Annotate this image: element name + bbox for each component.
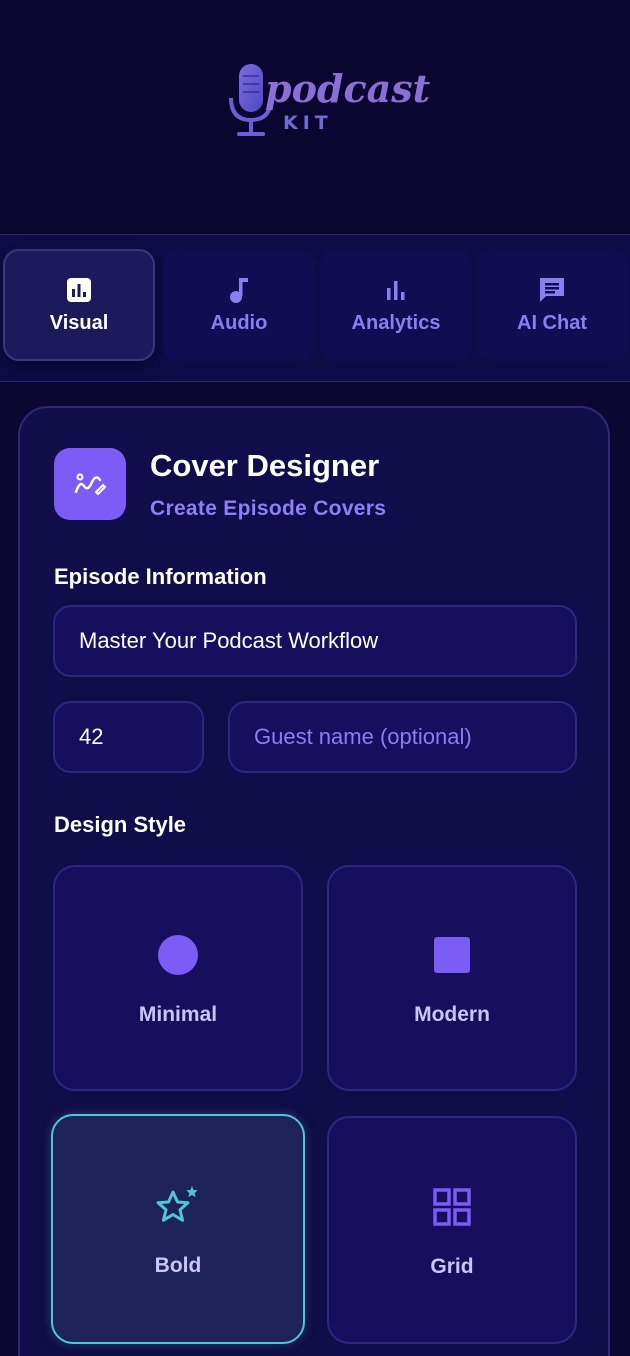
logo-wordmark: podcast xyxy=(265,66,431,111)
episode-number-field[interactable]: 42 xyxy=(53,701,204,773)
style-option-bold[interactable]: Bold xyxy=(51,1114,305,1344)
style-option-label: Grid xyxy=(430,1255,474,1278)
square-icon xyxy=(433,933,471,977)
logo-subtitle: KIT xyxy=(283,112,333,134)
guest-name-field[interactable]: Guest name (optional) xyxy=(228,701,577,773)
tab-analytics-label: Analytics xyxy=(351,311,441,334)
episode-title-value: Master Your Podcast Workflow xyxy=(79,628,379,653)
grid-icon xyxy=(433,1185,471,1229)
card-subtitle: Create Episode Covers xyxy=(150,497,387,520)
style-option-modern[interactable]: Modern xyxy=(327,865,577,1091)
star-sparkle-icon xyxy=(155,1184,201,1228)
tab-ai-chat-label: AI Chat xyxy=(517,311,587,334)
guest-name-placeholder: Guest name (optional) xyxy=(254,724,472,749)
podcast-kit-logo: podcast KIT xyxy=(225,62,430,152)
app-root: podcast KIT Visual Audio Analytics AI Ch… xyxy=(0,0,630,1356)
tab-visual-label: Visual xyxy=(49,311,109,334)
style-option-label: Bold xyxy=(154,1254,202,1277)
style-option-label: Minimal xyxy=(138,1003,218,1026)
episode-title-field[interactable]: Master Your Podcast Workflow xyxy=(53,605,577,677)
style-option-grid[interactable]: Grid xyxy=(327,1116,577,1344)
style-option-label: Modern xyxy=(414,1003,490,1026)
tab-ai-chat[interactable]: AI Chat xyxy=(476,249,628,361)
tab-audio-label: Audio xyxy=(210,311,268,334)
bar-chart-icon xyxy=(382,276,410,304)
card-title: Cover Designer xyxy=(150,448,380,483)
style-option-minimal[interactable]: Minimal xyxy=(53,865,303,1091)
bar-chart-box-icon xyxy=(65,276,93,304)
episode-number-value: 42 xyxy=(79,724,104,749)
cover-designer-card: Cover Designer Create Episode Covers Epi… xyxy=(18,406,610,1356)
chat-bubble-icon xyxy=(538,276,566,304)
design-style-heading: Design Style xyxy=(54,812,187,837)
design-pen-icon xyxy=(54,448,126,520)
circle-icon xyxy=(158,933,198,977)
tab-audio[interactable]: Audio xyxy=(163,249,315,361)
app-header: podcast KIT xyxy=(0,0,630,234)
episode-information-heading: Episode Information xyxy=(54,564,267,589)
tab-analytics[interactable]: Analytics xyxy=(320,249,472,361)
music-note-icon xyxy=(225,276,253,304)
tab-visual[interactable]: Visual xyxy=(3,249,155,361)
tab-bar: Visual Audio Analytics AI Chat xyxy=(0,234,630,382)
